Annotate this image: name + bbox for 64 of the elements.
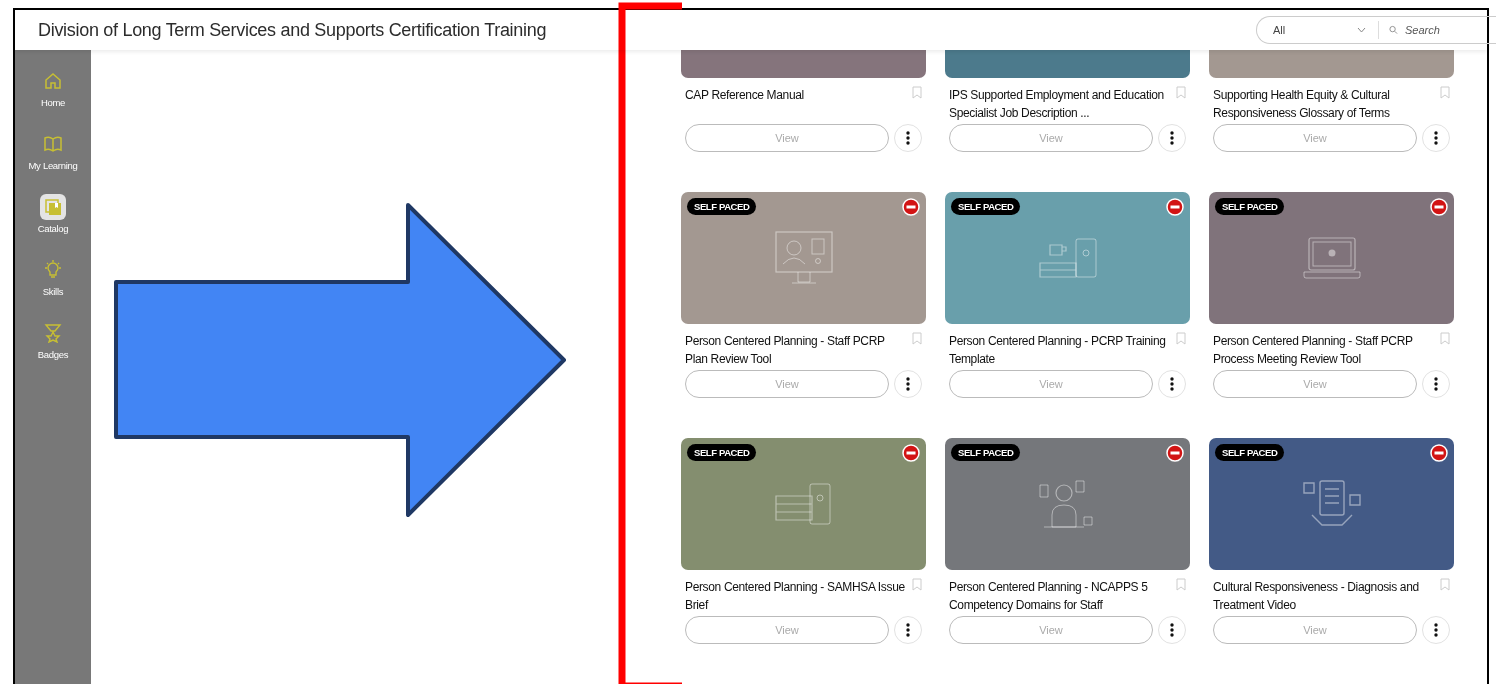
course-title[interactable]: Person Centered Planning - NCAPPS 5 Competency Domains for Staff: [949, 578, 1171, 614]
more-options-button[interactable]: [894, 370, 922, 398]
self-paced-badge: SELF PACED: [951, 444, 1021, 461]
remove-icon[interactable]: [1166, 198, 1184, 216]
more-icon: [906, 131, 910, 145]
chevron-down-icon: [1357, 27, 1367, 33]
more-options-button[interactable]: [1158, 616, 1186, 644]
course-thumbnail[interactable]: SELF PACED: [1209, 438, 1454, 570]
sidebar-item[interactable]: My Learning: [28, 131, 78, 171]
self-paced-badge: SELF PACED: [1215, 198, 1285, 215]
more-options-button[interactable]: [894, 124, 922, 152]
course-title[interactable]: Supporting Health Equity & Cultural Responsiveness Glossary of Terms: [1213, 86, 1435, 122]
search-icon: [1389, 25, 1398, 35]
checklist-hands-icon: [1301, 479, 1362, 529]
laptop-icon: [1302, 236, 1361, 280]
more-options-button[interactable]: [1422, 616, 1450, 644]
more-icon: [1170, 131, 1174, 145]
course-thumbnail[interactable]: SELF PACED: [681, 438, 926, 570]
sidebar-item[interactable]: Home: [40, 68, 66, 108]
more-options-button[interactable]: [1422, 370, 1450, 398]
course-thumbnail[interactable]: SELF PACED: [945, 438, 1190, 570]
course-title[interactable]: Person Centered Planning - Staff PCRP Process Meeting Review Tool: [1213, 332, 1435, 368]
more-options-button[interactable]: [894, 616, 922, 644]
search-field[interactable]: Search: [1403, 23, 1496, 37]
course-title[interactable]: CAP Reference Manual: [685, 86, 907, 104]
sidebar-item[interactable]: Skills: [40, 257, 66, 297]
course-title[interactable]: Person Centered Planning - SAMHSA Issue Brief: [685, 578, 907, 614]
page-title: Division of Long Term Services and Supports Certification Training: [38, 19, 547, 41]
filter-dropdown[interactable]: All: [1257, 21, 1380, 39]
more-options-button[interactable]: [1158, 370, 1186, 398]
remove-icon[interactable]: [902, 198, 920, 216]
course-title[interactable]: Person Centered Planning - PCRP Training Template: [949, 332, 1171, 368]
more-options-button[interactable]: [1422, 124, 1450, 152]
books-phone-icon: [773, 482, 834, 526]
sidebar-item[interactable]: Badges: [37, 320, 69, 360]
catalog-icon: [44, 198, 62, 216]
remove-icon[interactable]: [1430, 198, 1448, 216]
more-options-button[interactable]: [1158, 124, 1186, 152]
monitor-icon: [773, 230, 834, 286]
course-title[interactable]: Cultural Responsiveness - Diagnosis and Treatment Video: [1213, 578, 1435, 614]
course-thumbnail[interactable]: SELF PACED: [681, 192, 926, 324]
more-icon: [906, 623, 910, 637]
more-icon: [1170, 623, 1174, 637]
remove-icon[interactable]: [1166, 444, 1184, 462]
badge-icon: [43, 323, 63, 343]
book-icon: [43, 135, 63, 153]
self-paced-badge: SELF PACED: [687, 444, 757, 461]
course-thumbnail[interactable]: SELF PACED: [945, 192, 1190, 324]
more-icon: [1170, 377, 1174, 391]
course-title[interactable]: Person Centered Planning - Staff PCRP Plan Review Tool: [685, 332, 907, 368]
course-thumbnail[interactable]: SELF PACED: [1209, 192, 1454, 324]
home-icon: [43, 71, 63, 91]
remove-icon[interactable]: [902, 444, 920, 462]
more-icon: [1434, 623, 1438, 637]
remove-icon[interactable]: [1430, 444, 1448, 462]
lightbulb-icon: [43, 260, 63, 280]
more-icon: [906, 377, 910, 391]
more-icon: [1434, 377, 1438, 391]
self-paced-badge: SELF PACED: [1215, 444, 1285, 461]
self-paced-badge: SELF PACED: [951, 198, 1021, 215]
course-title[interactable]: IPS Supported Employment and Education Specialist Job Description ...: [949, 86, 1171, 122]
books-phone-icon: [1037, 237, 1098, 279]
self-paced-badge: SELF PACED: [687, 198, 757, 215]
more-icon: [1434, 131, 1438, 145]
